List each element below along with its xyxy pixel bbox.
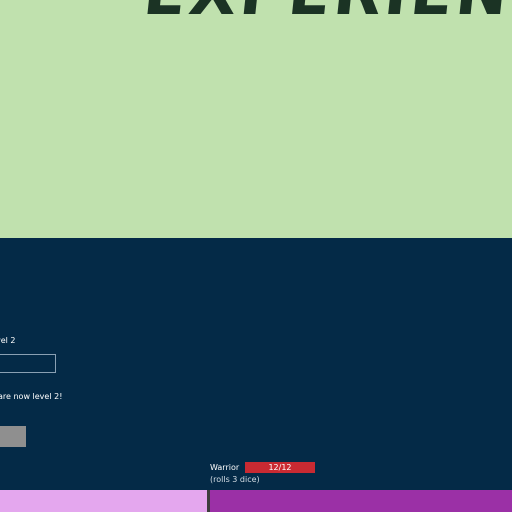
health-bar: 12/12 — [245, 462, 315, 473]
character-name: Warrior — [210, 463, 240, 472]
game-panel: vel 2 are now level 2! Warrior 12/12 (ro… — [0, 238, 512, 512]
hero-banner: Experience — [0, 0, 512, 238]
level-up-message: are now level 2! — [0, 392, 63, 401]
player-card-left[interactable] — [0, 490, 207, 512]
level-input[interactable] — [0, 354, 56, 373]
player-card-right[interactable] — [210, 490, 512, 512]
dice-rolls-note: (rolls 3 dice) — [210, 475, 260, 484]
continue-button[interactable] — [0, 426, 26, 447]
hero-title: Experience — [140, 0, 512, 29]
level-label: vel 2 — [0, 336, 16, 345]
